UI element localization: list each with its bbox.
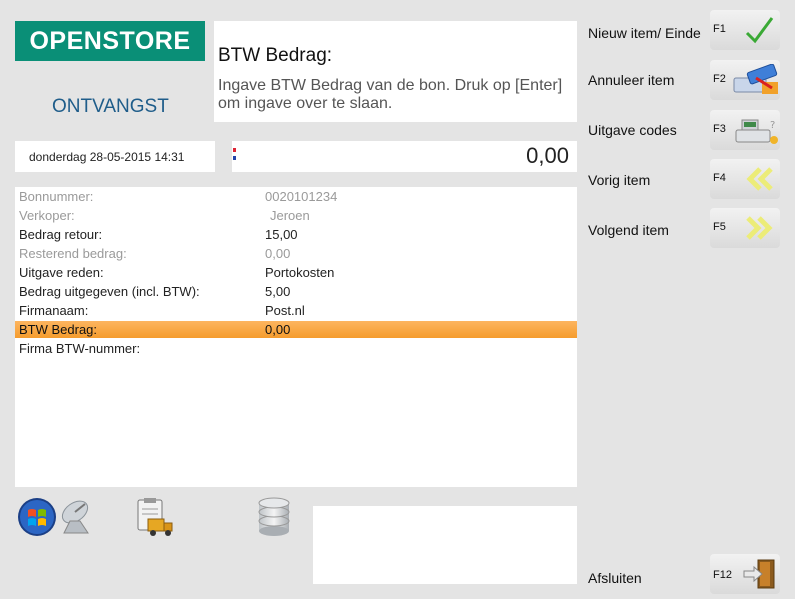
clipboard-delivery-icon[interactable]: [134, 497, 176, 539]
field-row-bonnummer[interactable]: Bonnummer: 0020101234: [15, 188, 577, 205]
field-value: 5,00: [265, 284, 291, 299]
exit-door-icon: [743, 559, 775, 589]
double-chevron-left-icon: [746, 167, 773, 191]
field-row-firma-btw-nummer[interactable]: Firma BTW-nummer:: [15, 340, 577, 357]
field-label: Uitgave reden:: [19, 265, 104, 280]
satellite-dish-icon[interactable]: [58, 495, 96, 535]
f3-label: Uitgave codes: [588, 122, 677, 138]
field-value: Post.nl: [265, 303, 305, 318]
field-label: Verkoper:: [19, 208, 75, 223]
checkmark-icon: [745, 17, 774, 44]
prompt-heading: BTW Bedrag:: [218, 45, 333, 66]
prompt-panel: BTW Bedrag: Ingave BTW Bedrag van de bon…: [214, 21, 577, 122]
openstore-logo: OPENSTORE: [15, 21, 205, 61]
datetime-display: donderdag 28-05-2015 14:31: [15, 141, 215, 172]
prompt-text: Ingave BTW Bedrag van de bon. Druk op [E…: [218, 77, 563, 112]
field-row-bedrag-uitgegeven[interactable]: Bedrag uitgegeven (incl. BTW): 5,00: [15, 283, 577, 300]
f12-label: Afsluiten: [588, 570, 642, 586]
field-row-resterend-bedrag[interactable]: Resterend bedrag: 0,00: [15, 245, 577, 262]
cancel-item-button[interactable]: F2: [710, 60, 780, 100]
flag-icon: [233, 148, 236, 160]
cash-register-icon: ?: [735, 119, 778, 144]
field-value: Jeroen: [270, 208, 310, 223]
key-label: F5: [713, 221, 726, 233]
key-label: F3: [713, 123, 726, 135]
next-item-button[interactable]: F5: [710, 208, 780, 248]
windows-start-icon[interactable]: [17, 497, 57, 537]
field-row-btw-bedrag[interactable]: BTW Bedrag: 0,00: [15, 321, 577, 338]
field-label: Bedrag retour:: [19, 227, 103, 242]
close-button[interactable]: F12: [710, 554, 780, 594]
key-label: F12: [713, 569, 732, 581]
field-row-bedrag-retour[interactable]: Bedrag retour: 15,00: [15, 226, 577, 243]
field-value: 15,00: [265, 227, 298, 242]
field-label: Bedrag uitgegeven (incl. BTW):: [19, 284, 200, 299]
field-label: Firma BTW-nummer:: [19, 341, 141, 356]
amount-input[interactable]: 0,00: [232, 141, 577, 172]
f4-label: Vorig item: [588, 172, 651, 188]
field-value: 0,00: [265, 322, 291, 337]
cancel-card-icon: [733, 64, 778, 94]
database-icon[interactable]: [256, 497, 292, 537]
expense-codes-button[interactable]: F3 ?: [710, 110, 780, 150]
previous-item-button[interactable]: F4: [710, 159, 780, 199]
key-label: F1: [713, 23, 726, 35]
double-chevron-right-icon: [746, 216, 773, 240]
key-label: F2: [713, 73, 726, 85]
field-label: Firmanaam:: [19, 303, 89, 318]
amount-value: 0,00: [526, 143, 569, 168]
key-label: F4: [713, 172, 726, 184]
field-row-uitgave-reden[interactable]: Uitgave reden: Portokosten: [15, 264, 577, 281]
f5-label: Volgend item: [588, 222, 669, 238]
field-label: Bonnummer:: [19, 189, 94, 204]
field-label: BTW Bedrag:: [19, 322, 98, 337]
field-row-firmanaam[interactable]: Firmanaam: Post.nl: [15, 302, 577, 319]
f1-label: Nieuw item/ Einde: [588, 25, 701, 41]
field-label: Resterend bedrag:: [19, 246, 127, 261]
screen-title: ONTVANGST: [52, 96, 169, 117]
f2-label: Annuleer item: [588, 72, 675, 88]
field-value: 0,00: [265, 246, 291, 261]
message-box: [313, 506, 577, 584]
field-value: Portokosten: [265, 265, 335, 280]
svg-text:?: ?: [770, 120, 775, 131]
field-row-verkoper[interactable]: Verkoper: Jeroen: [15, 207, 577, 224]
receipt-field-list: Bonnummer: 0020101234 Verkoper: Jeroen B…: [15, 187, 577, 487]
field-value: 0020101234: [265, 189, 338, 204]
new-item-button[interactable]: F1: [710, 10, 780, 50]
